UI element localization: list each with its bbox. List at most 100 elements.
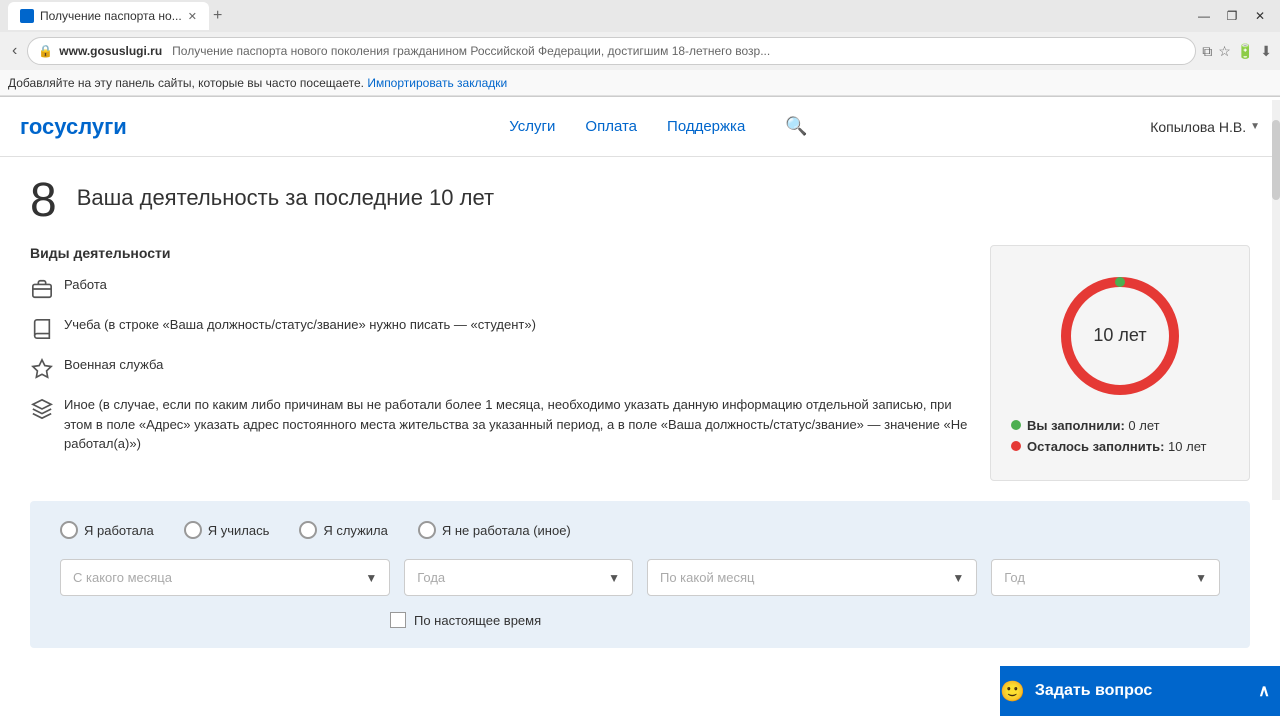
battery-icon: 🔋 <box>1237 43 1254 60</box>
site-logo: госуслуги <box>20 114 127 140</box>
expand-icon: ∧ <box>1258 681 1280 701</box>
copy-icon[interactable]: ⧉ <box>1202 43 1212 60</box>
activity-item-other: Иное (в случае, если по каким либо причи… <box>30 395 970 454</box>
window-controls: — ❐ ✕ <box>1192 4 1272 28</box>
browser-chrome: Получение паспорта но... ✕ + — ❐ ✕ ‹ 🔒 w… <box>0 0 1280 97</box>
donut-legend: Вы заполнили: 0 лет Осталось заполнить: … <box>1011 418 1229 460</box>
nav-payment[interactable]: Оплата <box>585 118 637 135</box>
radio-label-studied: Я училась <box>208 523 270 538</box>
scrollbar-track <box>1272 100 1280 500</box>
from-year-placeholder: Года <box>417 570 445 585</box>
radio-circle-studied <box>184 521 202 539</box>
browser-tab[interactable]: Получение паспорта но... ✕ <box>8 2 209 30</box>
content-left: Виды деятельности Работа <box>30 245 970 481</box>
briefcase-icon <box>30 277 54 301</box>
secure-icon: 🔒 <box>38 44 53 58</box>
radio-notworked[interactable]: Я не работала (иное) <box>418 521 571 539</box>
activity-label-study: Учеба (в строке «Ваша должность/статус/з… <box>64 315 536 335</box>
checkbox-row: По настоящее время <box>390 612 1220 628</box>
nav-support[interactable]: Поддержка <box>667 118 745 135</box>
to-month-dropdown[interactable]: По какой месяц ▼ <box>647 559 977 596</box>
star-icon <box>30 357 54 381</box>
radio-circle-served <box>299 521 317 539</box>
to-year-chevron: ▼ <box>1195 571 1207 585</box>
content-right: 10 лет Вы заполнили: 0 лет Осталось запо… <box>990 245 1250 481</box>
close-button[interactable]: ✕ <box>1248 4 1272 28</box>
from-year-dropdown[interactable]: Года ▼ <box>404 559 633 596</box>
legend-remaining-text: Осталось заполнить: 10 лет <box>1027 439 1206 454</box>
radio-studied[interactable]: Я училась <box>184 521 270 539</box>
legend-dot-green <box>1011 420 1021 430</box>
activity-label-other: Иное (в случае, если по каким либо причи… <box>64 395 970 454</box>
activity-item-work: Работа <box>30 275 970 301</box>
radio-group: Я работала Я училась Я служила Я не рабо… <box>60 521 1220 539</box>
minimize-button[interactable]: — <box>1192 4 1216 28</box>
user-area[interactable]: Копылова Н.В. ▼ <box>1150 119 1260 135</box>
logo-uslugi: услуги <box>54 114 127 140</box>
address-domain: www.gosuslugi.ru <box>59 44 162 58</box>
tab-title: Получение паспорта но... <box>40 9 182 23</box>
radio-label-served: Я служила <box>323 523 388 538</box>
dropdowns-row: С какого месяца ▼ Года ▼ По какой месяц … <box>60 559 1220 596</box>
browser-titlebar: Получение паспорта но... ✕ + — ❐ ✕ <box>0 0 1280 32</box>
browser-toolbar: ‹ 🔒 www.gosuslugi.ru Получение паспорта … <box>0 32 1280 70</box>
bookmarks-text: Добавляйте на эту панель сайты, которые … <box>8 76 364 90</box>
section-header: 8 Ваша деятельность за последние 10 лет <box>30 177 1250 225</box>
user-name: Копылова Н.В. <box>1150 119 1246 135</box>
tab-favicon <box>20 9 34 23</box>
radio-label-worked: Я работала <box>84 523 154 538</box>
nav-services[interactable]: Услуги <box>509 118 555 135</box>
donut-chart-container: 10 лет Вы заполнили: 0 лет Осталось запо… <box>990 245 1250 481</box>
present-checkbox[interactable] <box>390 612 406 628</box>
from-month-dropdown[interactable]: С какого месяца ▼ <box>60 559 390 596</box>
from-month-placeholder: С какого месяца <box>73 570 172 585</box>
layers-icon <box>30 397 54 421</box>
step-number: 8 <box>30 177 57 225</box>
back-button[interactable]: ‹ <box>8 40 21 62</box>
to-month-placeholder: По какой месяц <box>660 570 754 585</box>
radio-worked[interactable]: Я работала <box>60 521 154 539</box>
toolbar-icons: ⧉ ☆ 🔋 ⬇ <box>1202 43 1272 60</box>
ask-question-label: Задать вопрос <box>1035 682 1152 700</box>
legend-remaining: Осталось заполнить: 10 лет <box>1011 439 1229 454</box>
site-nav: Услуги Оплата Поддержка 🔍 <box>167 116 1150 137</box>
import-bookmarks-link[interactable]: Импортировать закладки <box>367 76 507 90</box>
activity-item-study: Учеба (в строке «Ваша должность/статус/з… <box>30 315 970 341</box>
section-title: Ваша деятельность за последние 10 лет <box>77 185 494 211</box>
star-icon[interactable]: ☆ <box>1218 43 1231 60</box>
to-year-dropdown[interactable]: Год ▼ <box>991 559 1220 596</box>
from-year-chevron: ▼ <box>608 571 620 585</box>
activity-types-title: Виды деятельности <box>30 245 970 261</box>
activity-label-work: Работа <box>64 275 107 295</box>
address-path: Получение паспорта нового поколения граж… <box>172 44 1185 58</box>
book-icon <box>30 317 54 341</box>
radio-served[interactable]: Я служила <box>299 521 388 539</box>
new-tab-button[interactable]: + <box>213 7 222 25</box>
restore-button[interactable]: ❐ <box>1220 4 1244 28</box>
content-area: Виды деятельности Работа <box>30 245 1250 481</box>
tab-close-icon[interactable]: ✕ <box>188 10 197 23</box>
site-header: госуслуги Услуги Оплата Поддержка 🔍 Копы… <box>0 97 1280 157</box>
activity-label-military: Военная служба <box>64 355 163 375</box>
present-checkbox-label: По настоящее время <box>414 613 541 628</box>
scrollbar-thumb[interactable] <box>1272 120 1280 200</box>
activity-item-military: Военная служба <box>30 355 970 381</box>
address-bar[interactable]: 🔒 www.gosuslugi.ru Получение паспорта но… <box>27 37 1196 65</box>
donut-center-text: 10 лет <box>1093 325 1146 345</box>
donut-chart: 10 лет <box>1050 266 1190 406</box>
search-icon[interactable]: 🔍 <box>785 116 807 137</box>
logo-gos: гос <box>20 114 54 140</box>
download-icon[interactable]: ⬇ <box>1260 43 1272 60</box>
radio-circle-notworked <box>418 521 436 539</box>
to-month-chevron: ▼ <box>952 571 964 585</box>
chat-icon: 🙂 <box>1000 679 1025 704</box>
to-year-placeholder: Год <box>1004 570 1025 585</box>
bookmarks-bar: Добавляйте на эту панель сайты, которые … <box>0 70 1280 96</box>
main-content: 8 Ваша деятельность за последние 10 лет … <box>0 157 1280 668</box>
legend-filled: Вы заполнили: 0 лет <box>1011 418 1229 433</box>
user-dropdown-arrow: ▼ <box>1250 121 1260 132</box>
radio-label-notworked: Я не работала (иное) <box>442 523 571 538</box>
ask-question-button[interactable]: 🙂 Задать вопрос ∧ <box>1000 666 1280 716</box>
form-area: Я работала Я училась Я служила Я не рабо… <box>30 501 1250 648</box>
titlebar-left: Получение паспорта но... ✕ + <box>8 2 1184 30</box>
